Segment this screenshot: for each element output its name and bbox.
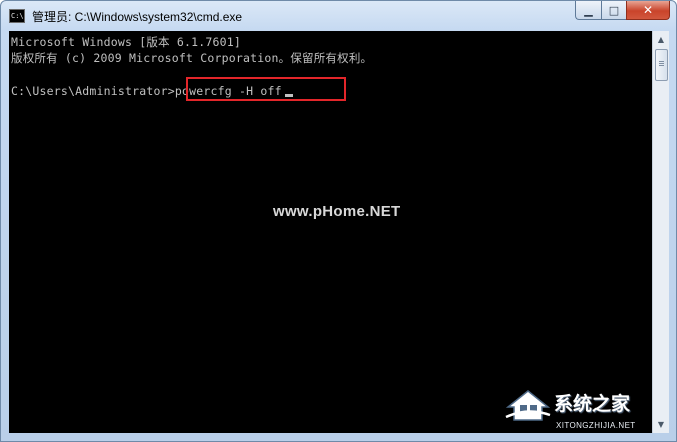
- maximize-button[interactable]: □: [601, 1, 626, 20]
- cmd-app-icon[interactable]: C:\: [9, 9, 25, 23]
- window-title: 管理员: C:\Windows\system32\cmd.exe: [32, 10, 243, 24]
- site-watermark-logo: 系统之家 XITONGZHIJIA.NET: [496, 381, 672, 439]
- minimize-button[interactable]: ▁: [575, 1, 601, 20]
- watermark-text: www.pHome.NET: [273, 203, 401, 220]
- scrollbar-thumb[interactable]: [655, 49, 668, 81]
- brand-subtitle: XITONGZHIJIA.NET: [556, 421, 636, 430]
- close-icon: ✕: [642, 3, 654, 17]
- prompt-path: C:\Users\Administrator>: [11, 84, 175, 98]
- maximize-icon: □: [608, 3, 620, 17]
- minimize-icon: ▁: [584, 3, 593, 17]
- console-output[interactable]: Microsoft Windows [版本 6.1.7601] 版权所有 (c)…: [9, 31, 652, 433]
- command-highlight-box: [186, 77, 346, 101]
- close-button[interactable]: ✕: [626, 1, 670, 20]
- vertical-scrollbar[interactable]: ▲ ▼: [652, 31, 669, 433]
- scroll-up-arrow-icon[interactable]: ▲: [653, 31, 669, 48]
- brand-name: 系统之家: [554, 393, 631, 415]
- cmd-window: C:\ 管理员: C:\Windows\system32\cmd.exe ▁ □…: [0, 0, 677, 442]
- window-controls: ▁ □ ✕: [575, 1, 670, 21]
- title-bar[interactable]: C:\ 管理员: C:\Windows\system32\cmd.exe ▁ □…: [1, 1, 676, 31]
- console-line-copyright: 版权所有 (c) 2009 Microsoft Corporation。保留所有…: [11, 51, 373, 65]
- house-logo-icon: [505, 390, 551, 421]
- console-line-version: Microsoft Windows [版本 6.1.7601]: [11, 35, 241, 49]
